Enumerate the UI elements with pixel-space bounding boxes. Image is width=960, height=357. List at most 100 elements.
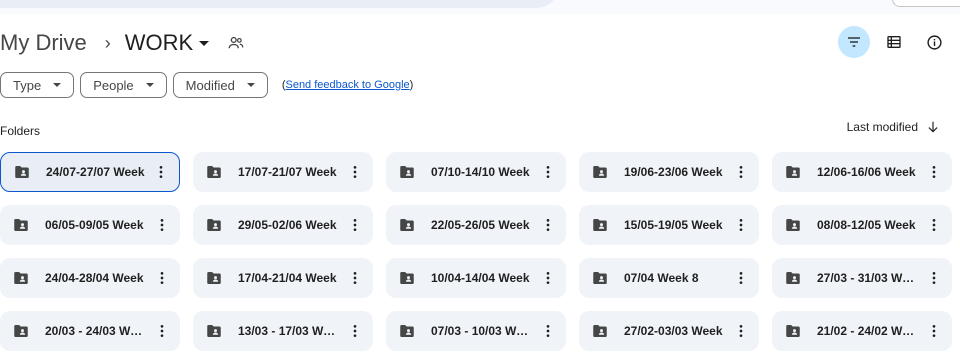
folder-name: 21/02 - 24/02 Week bbox=[817, 324, 920, 338]
shared-folder-icon bbox=[400, 219, 414, 231]
breadcrumb-current-folder[interactable]: WORK bbox=[125, 30, 210, 56]
folder-tile[interactable]: 17/07-21/07 Week bbox=[193, 152, 373, 192]
more-vert-icon[interactable] bbox=[540, 164, 556, 180]
more-vert-icon[interactable] bbox=[347, 164, 363, 180]
folder-name: 27/03 - 31/03 Week bbox=[817, 271, 920, 285]
folder-name: 19/06-23/06 Week bbox=[624, 165, 723, 179]
more-vert-icon[interactable] bbox=[153, 164, 169, 180]
type-filter-chip[interactable]: Type bbox=[0, 72, 75, 98]
folder-tile[interactable]: 19/06-23/06 Week bbox=[579, 152, 759, 192]
breadcrumb: My Drive › WORK bbox=[0, 26, 245, 60]
folder-tile[interactable]: 13/03 - 17/03 Week bbox=[193, 311, 373, 351]
details-button[interactable] bbox=[918, 26, 950, 58]
shared-folder-icon bbox=[400, 272, 414, 284]
folders-section-title: Folders bbox=[0, 124, 41, 138]
more-vert-icon[interactable] bbox=[733, 323, 749, 339]
chip-label: Type bbox=[13, 77, 42, 93]
sort-control[interactable]: Last modified bbox=[847, 120, 940, 134]
folder-tile[interactable]: 10/04-14/04 Week bbox=[386, 258, 566, 298]
folder-name: 15/05-19/05 Week bbox=[624, 218, 723, 232]
folder-tile[interactable]: 24/07-27/07 Week bbox=[0, 152, 180, 192]
more-vert-icon[interactable] bbox=[540, 323, 556, 339]
folder-name: 29/05-02/06 Week bbox=[238, 218, 337, 232]
folder-name: 20/03 - 24/03 Week bbox=[45, 324, 148, 338]
modified-filter-chip[interactable]: Modified bbox=[172, 72, 268, 98]
folder-name: 07/03 - 10/03 Week bbox=[431, 324, 534, 338]
more-vert-icon[interactable] bbox=[926, 323, 942, 339]
shared-folder-icon bbox=[593, 272, 607, 284]
breadcrumb-separator: › bbox=[104, 32, 111, 53]
top-right-control[interactable] bbox=[892, 0, 960, 7]
send-feedback-link[interactable]: Send feedback to Google bbox=[285, 79, 409, 91]
folder-name: 07/10-14/10 Week bbox=[431, 165, 530, 179]
folder-name: 24/04-28/04 Week bbox=[45, 271, 144, 285]
folder-name: 10/04-14/04 Week bbox=[431, 271, 530, 285]
more-vert-icon[interactable] bbox=[540, 270, 556, 286]
folder-tile[interactable]: 15/05-19/05 Week bbox=[579, 205, 759, 245]
folder-tile[interactable]: 06/05-09/05 Week bbox=[0, 205, 180, 245]
folder-name: 12/06-16/06 Week bbox=[817, 165, 916, 179]
folder-name: 22/05-26/05 Week bbox=[431, 218, 530, 232]
folder-tile[interactable]: 29/05-02/06 Week bbox=[193, 205, 373, 245]
shared-folder-icon bbox=[15, 166, 29, 178]
folder-name: 07/04 Week 8 bbox=[624, 271, 699, 285]
arrow-down-icon[interactable] bbox=[926, 120, 940, 134]
shared-folder-icon bbox=[786, 219, 800, 231]
folder-tile[interactable]: 17/04-21/04 Week bbox=[193, 258, 373, 298]
folder-name: 13/03 - 17/03 Week bbox=[238, 324, 341, 338]
folder-tile[interactable]: 20/03 - 24/03 Week bbox=[0, 311, 180, 351]
filter-button[interactable] bbox=[838, 26, 870, 58]
shared-folder-icon bbox=[207, 166, 221, 178]
folder-name: 27/02-03/03 Week bbox=[624, 324, 723, 338]
shared-folder-icon bbox=[593, 219, 607, 231]
folder-name: 17/04-21/04 Week bbox=[238, 271, 337, 285]
more-vert-icon[interactable] bbox=[540, 217, 556, 233]
folder-tile[interactable]: 27/02-03/03 Week bbox=[579, 311, 759, 351]
chevron-down-icon bbox=[246, 83, 255, 87]
shared-folder-icon bbox=[786, 272, 800, 284]
more-vert-icon[interactable] bbox=[154, 217, 170, 233]
list-view-button[interactable] bbox=[878, 26, 910, 58]
folder-tile[interactable]: 21/02 - 24/02 Week bbox=[772, 311, 952, 351]
feedback-close-paren: ) bbox=[409, 79, 414, 91]
shared-folder-icon bbox=[207, 219, 221, 231]
more-vert-icon[interactable] bbox=[926, 164, 942, 180]
folder-name: 08/08-12/05 Week bbox=[817, 218, 916, 232]
feedback-text: (Send feedback to Google) bbox=[282, 79, 414, 91]
folder-tile[interactable]: 24/04-28/04 Week bbox=[0, 258, 180, 298]
chevron-down-icon bbox=[53, 83, 62, 87]
folder-tile[interactable]: 08/08-12/05 Week bbox=[772, 205, 952, 245]
info-icon bbox=[926, 34, 942, 50]
folder-name: 17/07-21/07 Week bbox=[238, 165, 337, 179]
folder-tile[interactable]: 22/05-26/05 Week bbox=[386, 205, 566, 245]
chip-label: Modified bbox=[185, 77, 235, 93]
more-vert-icon[interactable] bbox=[154, 323, 170, 339]
shared-folder-icon bbox=[400, 325, 414, 337]
folder-tile[interactable]: 12/06-16/06 Week bbox=[772, 152, 952, 192]
chevron-down-icon bbox=[199, 40, 210, 46]
folder-tile[interactable]: 27/03 - 31/03 Week bbox=[772, 258, 952, 298]
breadcrumb-my-drive[interactable]: My Drive bbox=[0, 30, 97, 56]
more-vert-icon[interactable] bbox=[347, 270, 363, 286]
shared-folder-icon bbox=[786, 325, 800, 337]
more-vert-icon[interactable] bbox=[347, 323, 363, 339]
more-vert-icon[interactable] bbox=[733, 164, 749, 180]
shared-folder-icon bbox=[14, 219, 28, 231]
more-vert-icon[interactable] bbox=[733, 217, 749, 233]
shared-folder-icon bbox=[14, 325, 28, 337]
more-vert-icon[interactable] bbox=[926, 217, 942, 233]
people-filter-chip[interactable]: People bbox=[80, 72, 167, 98]
more-vert-icon[interactable] bbox=[733, 270, 749, 286]
share-people-icon[interactable] bbox=[227, 34, 245, 52]
search-bar[interactable] bbox=[0, 0, 560, 8]
more-vert-icon[interactable] bbox=[926, 270, 942, 286]
shared-folder-icon bbox=[207, 272, 221, 284]
folder-tile[interactable]: 07/03 - 10/03 Week bbox=[386, 311, 566, 351]
folder-tile[interactable]: 07/10-14/10 Week bbox=[386, 152, 566, 192]
more-vert-icon[interactable] bbox=[347, 217, 363, 233]
shared-folder-icon bbox=[14, 272, 28, 284]
more-vert-icon[interactable] bbox=[154, 270, 170, 286]
shared-folder-icon bbox=[400, 166, 414, 178]
header-actions bbox=[838, 26, 950, 58]
folder-tile[interactable]: 07/04 Week 8 bbox=[579, 258, 759, 298]
